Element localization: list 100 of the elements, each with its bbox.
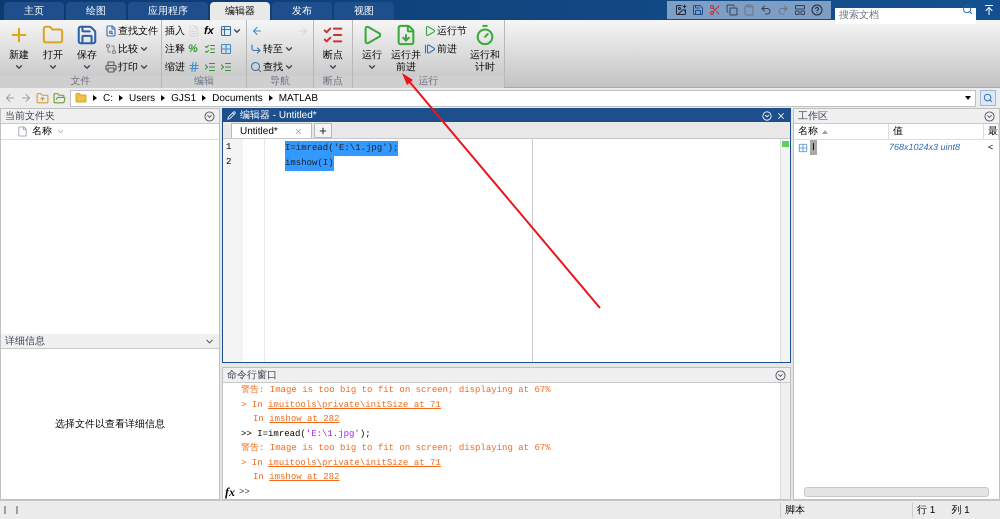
search-button[interactable] <box>980 90 996 106</box>
group-label: 编辑 <box>162 76 246 88</box>
variable-name[interactable]: I <box>810 140 817 155</box>
image-icon[interactable] <box>675 4 687 16</box>
analysis-status-indicator <box>782 141 789 147</box>
step-icon <box>424 43 436 55</box>
ribbon-button[interactable]: 新建 <box>3 20 35 76</box>
path-separator-icon <box>119 95 123 101</box>
document-icon <box>188 25 200 37</box>
path-field[interactable]: C: Users GJS1 Documents MATLAB <box>70 90 976 106</box>
ribbon-button[interactable]: 保存 <box>71 20 103 76</box>
scrollbar[interactable] <box>780 383 790 499</box>
panel-menu-icon[interactable] <box>204 110 215 122</box>
ribbon-button[interactable]: 断点 <box>317 20 349 76</box>
panel-title: 命令行窗口 <box>227 368 277 382</box>
row-indicator: 行 1 <box>917 504 936 518</box>
column-header[interactable]: 名称 <box>1 124 219 140</box>
ribbon-button[interactable]: 缩进 <box>165 58 185 76</box>
caret-icon <box>328 62 338 72</box>
folder-icon <box>42 24 64 46</box>
ribbon-button[interactable]: 查找 <box>250 58 294 76</box>
panel-menu-icon[interactable] <box>984 110 995 122</box>
list-icon <box>204 43 216 55</box>
go-to-icon <box>250 43 262 55</box>
ribbon-button[interactable]: 运行和计时 <box>469 20 501 76</box>
sort-arrow-icon <box>822 130 828 134</box>
save-icon[interactable] <box>692 4 704 16</box>
play-icon <box>424 25 436 37</box>
caret-icon <box>232 26 242 36</box>
timer-icon <box>474 24 496 46</box>
ribbon-button[interactable]: 注释 <box>165 40 185 58</box>
close-icon[interactable] <box>776 110 786 120</box>
search-icon <box>983 93 993 103</box>
ribbon-button[interactable]: 运行并前进 <box>390 20 422 76</box>
table-cell-text: < <box>987 140 994 154</box>
ribbon-button[interactable]: 查找文件 <box>105 22 158 40</box>
resize-grip-icon <box>4 506 18 514</box>
dropdown-arrow-icon[interactable] <box>965 96 971 100</box>
editor-tab[interactable]: Untitled* <box>231 123 312 138</box>
forward-arrow-icon <box>297 25 309 37</box>
forward-arrow-icon[interactable] <box>20 92 32 104</box>
column-header[interactable]: 最 <box>984 124 999 139</box>
ribbon-button[interactable]: 转至 <box>250 40 294 58</box>
matrix-icon <box>798 142 808 152</box>
ribbon-button[interactable]: 打开 <box>37 20 69 76</box>
column-header[interactable]: 名称 <box>794 124 889 139</box>
layout-icon[interactable] <box>794 4 806 16</box>
scissors-icon[interactable] <box>709 4 721 16</box>
path-crumb[interactable]: Documents <box>212 90 263 106</box>
horizontal-scrollbar[interactable] <box>804 487 989 497</box>
ribbon-tab[interactable]: 应用程序 <box>128 2 208 20</box>
folder-icon <box>75 92 87 104</box>
ribbon-button[interactable]: 比较 <box>105 40 158 58</box>
search-field[interactable]: 搜索文档 <box>835 8 976 24</box>
panel-title: 详细信息 <box>5 334 45 348</box>
file-search-icon <box>105 25 117 37</box>
folder-up-icon[interactable] <box>36 92 49 104</box>
group-label: 断点 <box>314 76 352 88</box>
search-icon <box>250 61 262 73</box>
ribbon-button[interactable]: 运行节 <box>424 22 467 40</box>
caret-icon <box>48 62 58 72</box>
browse-folder-icon[interactable] <box>53 92 66 104</box>
ribbon-tab[interactable]: 编辑器 <box>210 2 270 20</box>
back-arrow-icon[interactable] <box>4 92 16 104</box>
ribbon-icon-button[interactable]: fx <box>203 22 217 40</box>
column-header[interactable]: 值 <box>889 124 984 139</box>
ribbon-button[interactable]: 插入 <box>165 22 185 40</box>
ribbon-button[interactable]: 运行 <box>356 20 388 76</box>
run-advance-icon <box>395 24 417 46</box>
ribbon-tab[interactable]: 发布 <box>272 2 332 20</box>
ribbon-tab[interactable]: 视图 <box>334 2 394 20</box>
clipboard-icon[interactable] <box>743 4 755 16</box>
help-icon[interactable] <box>811 4 823 16</box>
path-crumb[interactable]: Users <box>129 90 156 106</box>
file-icon <box>17 126 28 137</box>
path-crumb[interactable]: MATLAB <box>278 90 318 106</box>
function-browser-icon[interactable]: fx <box>225 484 235 499</box>
undo-icon[interactable] <box>760 4 772 16</box>
trace-line: In imshow at 282 <box>252 471 340 484</box>
path-separator-icon <box>202 95 206 101</box>
outdent-icon <box>220 61 232 73</box>
command-prompt: >> <box>239 486 250 498</box>
new-tab-button[interactable] <box>314 123 332 138</box>
ribbon-tab[interactable]: 主页 <box>4 2 64 20</box>
back-arrow-icon <box>251 25 263 37</box>
panel-menu-icon[interactable] <box>775 370 786 380</box>
table-cell-text: 768x1024x3 uint8 <box>889 140 962 154</box>
line-number: 2 <box>225 156 232 169</box>
minimize-ribbon-icon[interactable] <box>983 4 995 16</box>
plus-icon <box>318 126 328 136</box>
redo-icon[interactable] <box>777 4 789 16</box>
ribbon-button[interactable]: 前进 <box>424 40 467 58</box>
copy-icon[interactable] <box>726 4 738 16</box>
line-number: 1 <box>225 141 232 154</box>
ribbon-button[interactable]: 打印 <box>105 58 158 76</box>
editor-icon <box>227 111 236 120</box>
search-icon[interactable] <box>962 4 973 15</box>
ribbon-tab[interactable]: 绘图 <box>66 2 126 20</box>
path-crumb[interactable]: GJS1 <box>171 90 196 106</box>
path-crumb[interactable]: C: <box>103 90 113 106</box>
